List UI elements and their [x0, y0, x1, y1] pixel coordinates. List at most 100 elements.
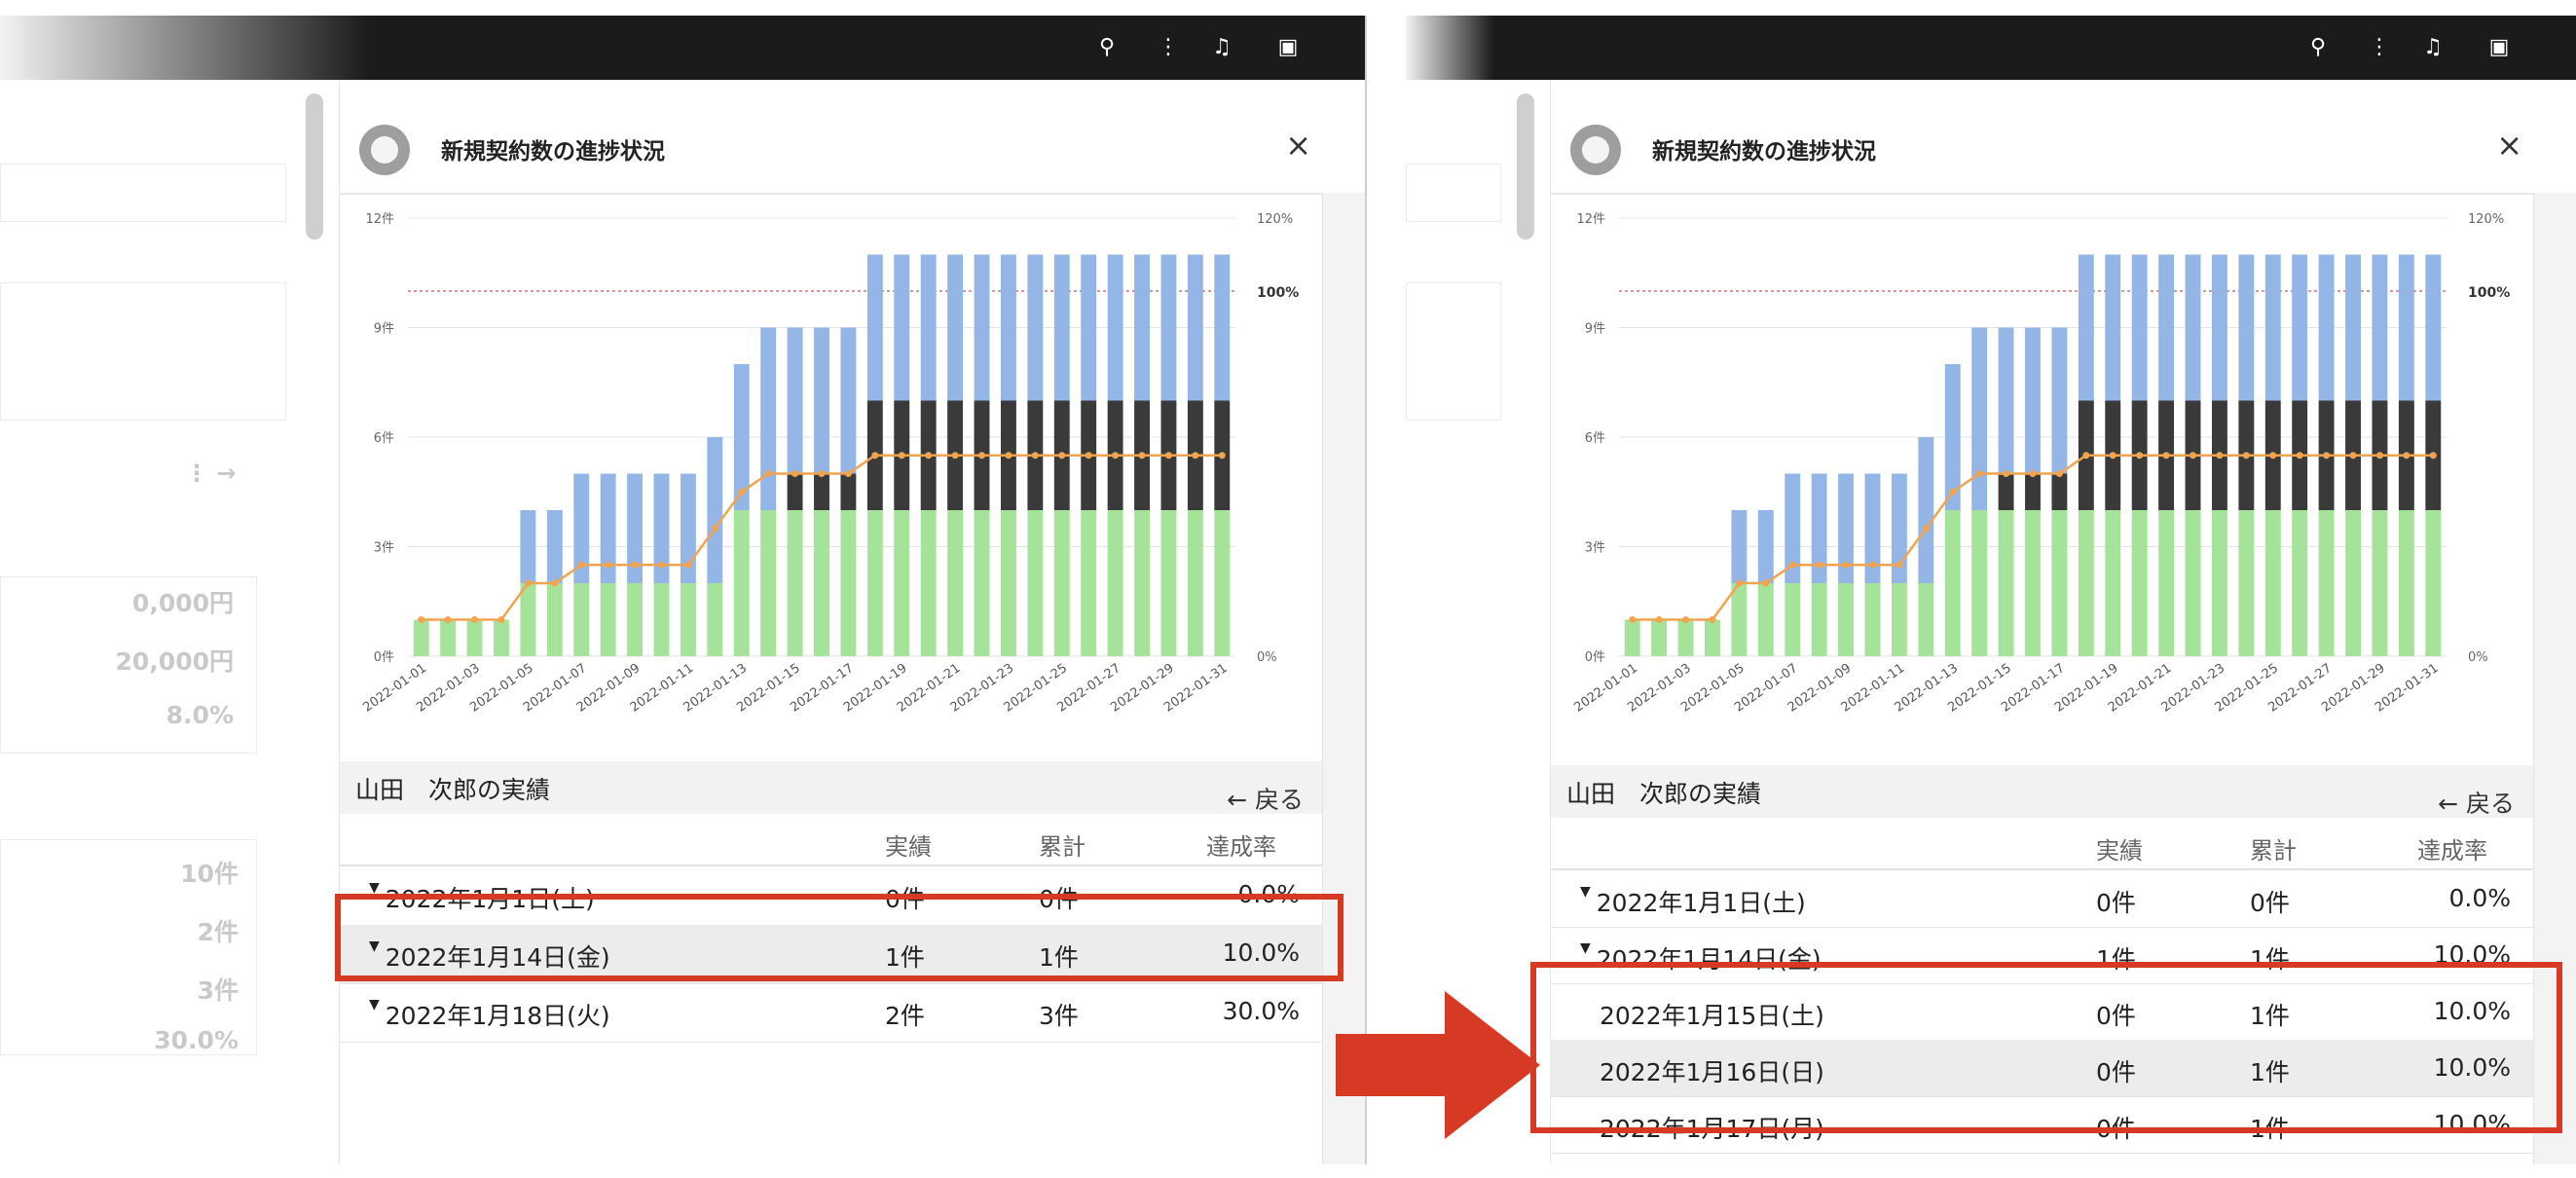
rate-point: [1138, 452, 1146, 460]
rate-point: [711, 525, 718, 533]
row-date: ▼ 2022年1月1日(土): [1580, 884, 1806, 919]
y-tick-label: 12件: [1576, 212, 1605, 227]
row-date-text: 2022年1月18日(火): [385, 1002, 610, 1030]
bar-segment: [2051, 327, 2068, 474]
bar-segment: [1187, 510, 1203, 656]
bar-segment: [1731, 583, 1748, 656]
bar-segment: [1998, 327, 2014, 474]
bar-segment: [920, 510, 937, 656]
results-section-header: 山田 次郎の実績 ← 戻る: [1551, 765, 2534, 818]
target-label: 100%: [1257, 285, 1299, 301]
bar-segment: [1838, 583, 1855, 656]
row-rate: 30.0%: [1222, 997, 1300, 1025]
app-topbar: ⚲ ⋮ ♫ ▣: [1406, 16, 2576, 80]
rate-point: [2082, 452, 2090, 460]
rate-point: [1655, 616, 1663, 623]
rate-point: [1788, 561, 1796, 569]
bar-segment: [1918, 437, 1934, 583]
row-date-text: 2022年1月1日(土): [1596, 889, 1806, 917]
y-tick-label: 9件: [374, 322, 394, 337]
y-right-tick-label: 0%: [1257, 650, 1277, 665]
bar-segment: [2025, 510, 2041, 656]
bar-segment: [2398, 510, 2414, 656]
bar-segment: [1705, 619, 1720, 656]
bar-segment: [1160, 510, 1177, 656]
rate-point: [2349, 452, 2357, 460]
rate-point: [2269, 452, 2277, 460]
close-button[interactable]: ×: [2496, 127, 2522, 164]
results-section-header: 山田 次郎の実績 ← 戻る: [340, 761, 1323, 814]
row-total: 0件: [2250, 889, 2290, 917]
rate-point: [2003, 470, 2010, 477]
rate-point: [1058, 452, 1066, 460]
bar-segment: [2211, 254, 2227, 401]
bar-segment: [2078, 254, 2094, 401]
bar-segment: [2025, 327, 2041, 474]
bar-segment: [546, 583, 563, 656]
highlight-box-expanded: [1530, 962, 2562, 1133]
bar-segment: [1918, 583, 1934, 656]
bg-count-4: 30.0%: [154, 1026, 239, 1054]
rate-point: [1735, 579, 1743, 587]
header-total: 累計: [1039, 833, 1086, 861]
rate-point: [2029, 470, 2037, 477]
bar-segment: [2051, 473, 2068, 510]
table-row[interactable]: ▼ 2022年1月1日(土) 0件 0件 0.0%: [1551, 870, 2534, 928]
bar-segment: [1081, 254, 1097, 401]
rate-point: [2109, 452, 2116, 460]
bar-segment: [2105, 254, 2121, 401]
bar-segment: [1944, 510, 1961, 656]
chat-icon[interactable]: ▣: [1273, 33, 1303, 62]
bar-segment: [1624, 619, 1640, 656]
table-row[interactable]: ▼2022年1月18日(火)2件3件30.0%: [340, 983, 1323, 1043]
panel-header: 新規契約数の進捗状況 ×: [340, 80, 1365, 195]
bar-segment: [2292, 254, 2308, 401]
expand-caret-icon[interactable]: ▼: [1580, 940, 1591, 956]
expand-caret-icon[interactable]: ▼: [1580, 884, 1591, 900]
table-row[interactable]: ▼2022年1月18日(火)2件3件30.0%: [1551, 1153, 2534, 1164]
rate-point: [791, 470, 799, 477]
close-button[interactable]: ×: [1285, 127, 1311, 164]
rate-point: [2216, 452, 2224, 460]
back-button[interactable]: ← 戻る: [1227, 781, 1304, 816]
bar-segment: [1998, 510, 2014, 656]
bar-segment: [1053, 510, 1070, 656]
page-scrollbar[interactable]: [1517, 93, 1534, 239]
bell-icon[interactable]: ♫: [1207, 33, 1236, 62]
bar-segment: [2264, 510, 2281, 656]
bar-segment: [466, 619, 483, 656]
rate-point: [1031, 452, 1039, 460]
rate-point: [551, 579, 559, 587]
more-vert-icon[interactable]: ⋮: [1154, 33, 1183, 62]
bar-segment: [2158, 510, 2175, 656]
highlight-box-row: [335, 894, 1343, 981]
chat-icon[interactable]: ▣: [2484, 33, 2514, 62]
back-button[interactable]: ← 戻る: [2438, 785, 2515, 820]
header-actual: 実績: [885, 833, 932, 861]
expand-caret-icon[interactable]: ▼: [369, 997, 380, 1012]
rate-point: [2403, 452, 2410, 460]
bar-segment: [653, 583, 670, 656]
rate-point: [1868, 561, 1876, 569]
bar-segment: [1891, 583, 1907, 656]
background-field: [0, 164, 286, 222]
bell-icon[interactable]: ♫: [2418, 33, 2447, 62]
more-icon[interactable]: ⋮ →: [185, 460, 236, 487]
y-tick-label: 12件: [365, 212, 394, 227]
bar-segment: [947, 254, 964, 401]
search-icon[interactable]: ⚲: [2303, 33, 2333, 62]
bar-segment: [2398, 254, 2414, 401]
search-icon[interactable]: ⚲: [1092, 33, 1122, 62]
bar-segment: [1731, 510, 1748, 583]
bar-segment: [2292, 510, 2308, 656]
y-tick-label: 0件: [374, 650, 394, 665]
bar-segment: [440, 619, 457, 656]
rate-point: [1949, 488, 1957, 496]
row-rate: 0.0%: [2448, 884, 2511, 912]
page-scrollbar[interactable]: [306, 93, 323, 239]
more-vert-icon[interactable]: ⋮: [2365, 33, 2394, 62]
rate-point: [2429, 452, 2437, 460]
bar-segment: [2345, 510, 2361, 656]
bar-segment: [760, 510, 777, 656]
bar-segment: [1081, 510, 1097, 656]
